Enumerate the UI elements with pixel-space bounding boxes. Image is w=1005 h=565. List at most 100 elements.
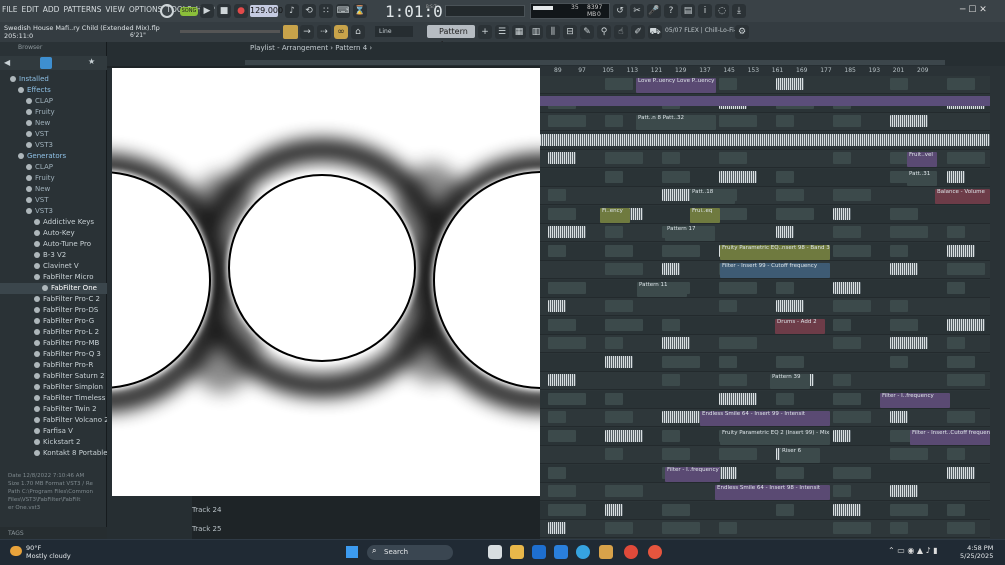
add-pattern-icon[interactable]: + (478, 25, 492, 39)
pattern-clip[interactable] (776, 207, 814, 220)
pattern-clip[interactable] (605, 448, 623, 460)
browser-item[interactable]: FabFilter Pro-G (0, 316, 107, 327)
pattern-clip[interactable] (947, 318, 985, 331)
edge-icon[interactable] (576, 545, 590, 559)
pattern-clip[interactable] (548, 318, 576, 331)
browser-item[interactable]: FabFilter Simplon (0, 382, 107, 393)
pattern-clip[interactable] (719, 374, 747, 386)
pattern-clip[interactable] (548, 152, 576, 164)
automation-clip[interactable]: Fi..ency (600, 207, 630, 223)
pattern-clip[interactable] (719, 355, 737, 368)
tags-field[interactable]: TAGS (0, 527, 107, 539)
settings-gear-icon[interactable]: ⚙ (735, 25, 749, 39)
menu-view[interactable]: VIEW (105, 5, 125, 14)
pattern-clip[interactable] (548, 522, 566, 534)
browser-item[interactable]: Generators (0, 151, 107, 162)
pattern-clip[interactable] (947, 281, 965, 294)
pattern-clip[interactable] (947, 152, 985, 164)
stamp-icon[interactable]: ⌂ (351, 25, 365, 39)
browser-filter-icon[interactable] (40, 57, 52, 69)
pattern-clip[interactable] (605, 226, 623, 238)
pattern-clip[interactable] (662, 263, 680, 275)
tempo-display[interactable]: 129.000 (250, 5, 283, 17)
automation-clip[interactable]: Pattern 11 (637, 281, 687, 297)
browser-item[interactable]: FabFilter Pro-R (0, 360, 107, 371)
pattern-clip[interactable] (947, 411, 975, 423)
menu-patterns[interactable]: PATTERNS (63, 5, 101, 14)
browser-item[interactable]: FabFilter Pro-MB (0, 338, 107, 349)
undo-icon[interactable]: ↺ (613, 4, 627, 18)
pattern-clip[interactable] (605, 337, 623, 349)
pattern-clip[interactable] (833, 152, 851, 164)
dial-icon[interactable] (160, 4, 174, 18)
plugin-picker-icon[interactable]: ✎ (580, 25, 594, 39)
wait-input-icon[interactable]: ⌛ (353, 4, 367, 18)
pattern-clip[interactable] (605, 263, 643, 275)
pattern-clip[interactable] (662, 522, 700, 534)
automation-band[interactable] (540, 96, 1005, 106)
pattern-clip[interactable] (947, 226, 965, 238)
piano-roll-icon[interactable]: ▥ (529, 25, 543, 39)
pattern-clip[interactable] (776, 466, 804, 479)
touch-icon[interactable]: ☝ (614, 25, 628, 39)
cart-icon[interactable]: ⛟ (648, 25, 662, 39)
pattern-clip[interactable] (776, 392, 794, 405)
pattern-clip[interactable] (947, 337, 965, 349)
pattern-clip[interactable] (890, 522, 908, 534)
pattern-clip[interactable] (776, 355, 804, 368)
automation-clip[interactable]: Love P..uency Love P..uency (636, 78, 716, 93)
pattern-clip[interactable] (890, 300, 908, 312)
browser-toggle-icon[interactable]: ⊟ (563, 25, 577, 39)
arrow-icon[interactable]: → (300, 25, 314, 39)
timeline-ruler[interactable]: 89 97 105 113 121 129 137 145 153 161 169 177 185 193… (540, 66, 1005, 76)
pattern-clip[interactable] (890, 226, 928, 238)
pattern-clip[interactable] (605, 429, 643, 442)
mixer-icon[interactable]: ⫼ (546, 25, 560, 39)
browser-item[interactable]: New (0, 118, 107, 129)
automation-clip[interactable]: Frui..eq (690, 207, 720, 223)
pattern-clip[interactable] (776, 189, 804, 201)
song-mode-toggle[interactable]: SONG (180, 7, 198, 16)
pattern-clip[interactable] (833, 337, 861, 349)
pattern-clip[interactable] (890, 503, 928, 516)
audio-clip[interactable] (540, 133, 990, 146)
browser-item[interactable]: VST (0, 195, 107, 206)
automation-clip[interactable]: Endless Smile 64 - Insert 99 - Intensit (700, 411, 830, 426)
pattern-clip[interactable] (947, 355, 975, 368)
typing-keyboard-icon[interactable]: ⌨ (336, 4, 350, 18)
pattern-clip[interactable] (605, 115, 623, 127)
pattern-clip[interactable] (605, 355, 633, 368)
automation-clip[interactable]: Balance - Volume (935, 189, 990, 204)
stop-button[interactable]: ■ (217, 4, 231, 18)
pattern-clip[interactable] (890, 411, 908, 423)
pattern-clip[interactable] (662, 355, 700, 368)
browser-item[interactable]: FabFilter Pro-C 2 (0, 294, 107, 305)
browser-item[interactable]: Effects (0, 85, 107, 96)
automation-clip[interactable]: Drums - Add 2 (775, 318, 825, 334)
automation-clip[interactable]: Endless Smile 64 - Insert 98 - Intensit (715, 485, 830, 500)
pattern-clip[interactable] (548, 244, 566, 257)
browser-item[interactable]: Installed (0, 74, 107, 85)
automation-clip[interactable]: Fruity Parametric EQ 2 (Insert 99) - Mix… (720, 429, 830, 445)
metronome-icon[interactable]: ♪ (285, 4, 299, 18)
automation-clip[interactable]: Pattern 17 (665, 226, 715, 241)
pattern-clip[interactable] (890, 207, 918, 220)
pattern-clip[interactable] (833, 318, 851, 331)
pattern-clip[interactable] (662, 318, 680, 331)
automation-clip[interactable]: Riser 6 (780, 448, 820, 463)
pattern-clip[interactable] (605, 78, 633, 90)
automation-clip[interactable]: Fruit..vel (907, 152, 937, 167)
browser-item[interactable]: CLAP (0, 162, 107, 173)
pattern-clip[interactable] (890, 263, 918, 275)
pattern-clip[interactable] (719, 448, 757, 460)
pattern-clip[interactable] (776, 300, 804, 312)
browser-item[interactable]: Farfisa V (0, 426, 107, 437)
pattern-clip[interactable] (548, 392, 586, 405)
step-edit-icon[interactable]: ∷ (319, 4, 333, 18)
pattern-clip[interactable] (833, 411, 871, 423)
task-view-icon[interactable] (488, 545, 502, 559)
automation-clip[interactable]: Filter - Insert..Cutoff frequency (910, 429, 995, 445)
pattern-clip[interactable] (833, 226, 861, 238)
pattern-clip[interactable] (605, 522, 633, 534)
browser-item[interactable]: New (0, 184, 107, 195)
